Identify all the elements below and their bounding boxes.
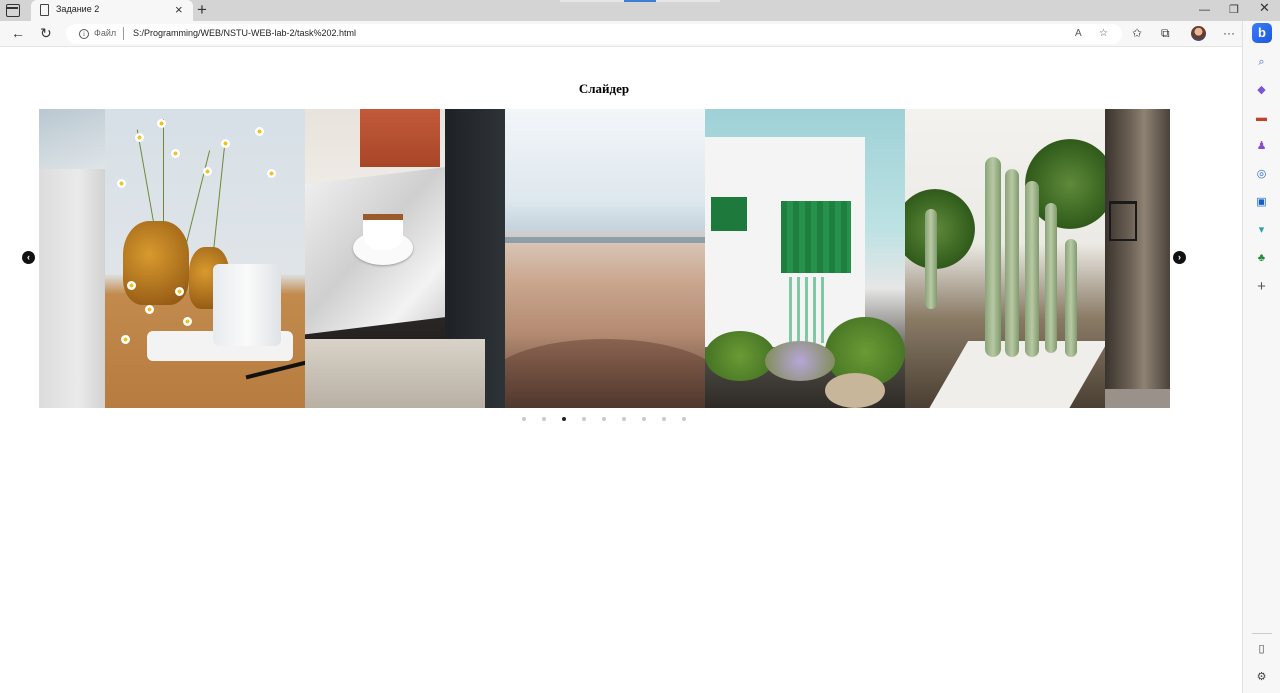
arrow-left-icon[interactable]: ← — [11, 25, 25, 42]
slider-dot[interactable] — [682, 417, 686, 421]
gate — [789, 277, 829, 343]
daisy — [175, 287, 184, 296]
white-candle-cup — [213, 264, 281, 346]
edge-sidebar: b ⌕ ◆ ▬ ♟ ◎ ▣ ▾ ♣ + ▯ ⚙ — [1242, 21, 1280, 693]
cactus — [1045, 203, 1057, 353]
slide-white-wall — [39, 109, 105, 408]
flower-bush — [765, 341, 835, 381]
slider-dot[interactable] — [602, 417, 606, 421]
info-icon[interactable]: i — [79, 29, 89, 39]
avatar[interactable] — [1191, 26, 1206, 41]
search-icon[interactable]: ⌕ — [1255, 56, 1268, 69]
slider-next-button[interactable]: › — [1173, 251, 1186, 264]
settings-icon[interactable]: ⚙ — [1255, 671, 1268, 684]
cactus — [985, 157, 1001, 357]
scissors — [245, 358, 305, 380]
green-shutter — [711, 197, 747, 231]
sidebar-divider — [1252, 633, 1272, 634]
document-icon — [40, 4, 49, 16]
green-door — [781, 201, 851, 273]
slide-cactus-garden — [905, 109, 1105, 408]
shopping-icon[interactable]: ◆ — [1255, 84, 1268, 97]
page-content: Слайдер ‹ › — [0, 48, 1242, 693]
cactus — [1065, 239, 1077, 357]
drop-icon[interactable]: ▾ — [1255, 224, 1268, 237]
slider-dot[interactable] — [542, 417, 546, 421]
bush — [705, 331, 775, 381]
read-aloud-icon[interactable]: A — [1075, 27, 1082, 40]
brick-wall — [360, 109, 440, 167]
restore-icon[interactable]: ❐ — [1229, 3, 1239, 17]
page-title: Слайдер — [578, 81, 630, 96]
daisy — [157, 119, 166, 128]
slide-white-house — [705, 109, 905, 408]
street — [1105, 389, 1170, 408]
minimize-icon[interactable]: — — [1199, 3, 1210, 17]
daisy — [127, 281, 136, 290]
palm — [905, 189, 975, 269]
slider-dot[interactable] — [522, 417, 526, 421]
top-indicator-active — [624, 0, 656, 2]
image-slider — [39, 109, 1170, 408]
favorites-icon[interactable]: ✩ — [1132, 25, 1142, 42]
reload-icon[interactable]: ↻ — [40, 25, 52, 42]
slider-dot[interactable] — [642, 417, 646, 421]
cactus — [1025, 181, 1039, 357]
cactus — [925, 209, 937, 309]
slide-old-town — [1105, 109, 1170, 408]
add-icon[interactable]: + — [1255, 279, 1268, 294]
dune — [505, 339, 705, 408]
slider-dot[interactable] — [582, 417, 586, 421]
daisy — [145, 305, 154, 314]
cactus — [1005, 169, 1019, 357]
url-text[interactable]: S:/Programming/WEB/NSTU-WEB-lab-2/task%2… — [133, 28, 356, 38]
address-bar[interactable]: i Файл S:/Programming/WEB/NSTU-WEB-lab-2… — [66, 24, 1122, 44]
browser-tab[interactable]: Задание 2 × — [31, 0, 193, 21]
outlook-icon[interactable]: ▣ — [1255, 196, 1268, 209]
games-icon[interactable]: ♟ — [1255, 140, 1268, 153]
top-indicator — [656, 0, 720, 2]
new-tab-icon[interactable]: + — [197, 0, 207, 20]
panel-icon[interactable]: ▯ — [1255, 643, 1268, 656]
lagoon — [505, 237, 705, 243]
bing-icon[interactable]: b — [1252, 23, 1272, 43]
top-indicator — [560, 0, 624, 2]
slide-coffee-cup — [305, 109, 505, 408]
daisy — [203, 167, 212, 176]
close-window-icon[interactable]: ✕ — [1259, 1, 1270, 15]
daisy — [135, 133, 144, 142]
slide-chamomile-vase — [105, 109, 305, 408]
tab-strip: Задание 2 × + — ❐ ✕ — [0, 0, 1280, 21]
coffee-cup — [363, 214, 403, 250]
address-separator — [123, 27, 124, 40]
collections-icon[interactable]: ⧉ — [1161, 25, 1170, 42]
tools-icon[interactable]: ▬ — [1255, 112, 1268, 125]
slide-desert-dunes — [505, 109, 705, 408]
slider-dot[interactable] — [662, 417, 666, 421]
daisy — [267, 169, 276, 178]
daisy — [221, 139, 230, 148]
tree-icon[interactable]: ♣ — [1255, 252, 1268, 265]
star-icon[interactable]: ☆ — [1099, 27, 1108, 40]
trousers — [305, 339, 485, 408]
close-tab-icon[interactable]: × — [175, 2, 183, 18]
more-icon[interactable]: ··· — [1223, 25, 1235, 42]
daisy — [183, 317, 192, 326]
slider-prev-button[interactable]: ‹ — [22, 251, 35, 264]
address-prefix: Файл — [94, 28, 117, 38]
office-icon[interactable]: ◎ — [1255, 168, 1268, 181]
daisy — [255, 127, 264, 136]
browser-toolbar: ← ↻ i Файл S:/Programming/WEB/NSTU-WEB-l… — [0, 21, 1280, 47]
tab-title: Задание 2 — [56, 4, 100, 14]
slider-dots — [0, 417, 1208, 423]
daisy — [117, 179, 126, 188]
balcony — [1109, 201, 1137, 241]
slider-dot-active[interactable] — [562, 417, 566, 421]
rock — [825, 373, 885, 408]
slider-dot[interactable] — [622, 417, 626, 421]
daisy — [121, 335, 130, 344]
tab-actions-icon[interactable] — [6, 4, 20, 17]
daisy — [171, 149, 180, 158]
